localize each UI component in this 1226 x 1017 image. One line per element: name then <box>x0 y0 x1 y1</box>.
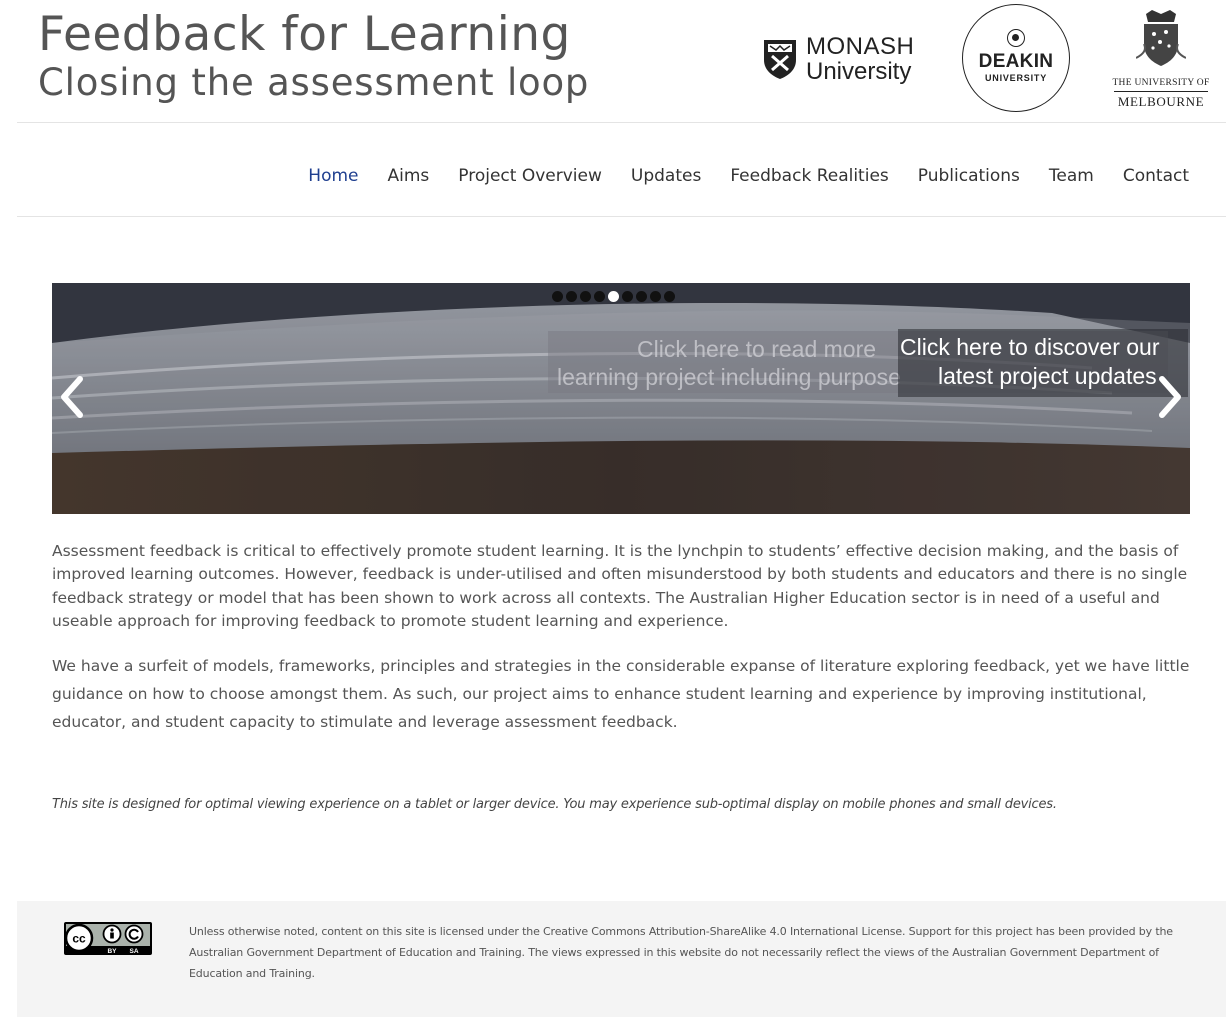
aims-paragraph: We have a surfeit of models, frameworks,… <box>52 657 1190 731</box>
slider-dot[interactable] <box>650 291 661 302</box>
slider-dot[interactable] <box>622 291 633 302</box>
slider-dot[interactable] <box>664 291 675 302</box>
nav-item-feedback-realities[interactable]: Feedback Realities <box>730 166 888 186</box>
nav-divider <box>17 216 1226 217</box>
site-title[interactable]: Feedback for Learning Closing the assess… <box>38 8 589 104</box>
nav-item-publications[interactable]: Publications <box>918 166 1020 186</box>
previous-slide-caption-line1: Click here to read more <box>637 336 877 362</box>
slider-image <box>52 283 1190 514</box>
site-header: Feedback for Learning Closing the assess… <box>0 0 1226 122</box>
svg-text:cc: cc <box>72 932 86 946</box>
header-divider <box>17 122 1226 123</box>
hero-slider[interactable]: Click here to read more learning project… <box>52 283 1190 514</box>
deakin-logo[interactable]: DEAKIN UNIVERSITY <box>962 4 1070 112</box>
slider-dot-active[interactable] <box>608 291 619 302</box>
slide-caption-line2: latest project updates <box>938 363 1157 389</box>
melbourne-crest-icon <box>1136 10 1186 66</box>
slider-dot[interactable] <box>636 291 647 302</box>
melbourne-logo-line1: THE UNIVERSITY OF <box>1112 78 1210 88</box>
nav-item-project-overview[interactable]: Project Overview <box>458 166 602 186</box>
site-title-line2: Closing the assessment loop <box>38 61 590 104</box>
slider-dot[interactable] <box>552 291 563 302</box>
monash-logo-line1: MONASH <box>806 33 915 60</box>
nav-item-contact[interactable]: Contact <box>1123 166 1189 186</box>
slider-dot[interactable] <box>566 291 577 302</box>
slide-caption-link[interactable]: Click here to discover our latest projec… <box>900 333 1190 391</box>
monash-logo-line2: University <box>806 58 912 85</box>
previous-slide-caption-line2: learning project including purpose <box>557 364 901 390</box>
previous-slide-caption[interactable]: Click here to read more learning project… <box>557 335 917 391</box>
chevron-right-icon[interactable] <box>1154 375 1188 419</box>
monash-shield-icon <box>764 40 796 79</box>
deakin-logo-sub: UNIVERSITY <box>984 73 1047 83</box>
slider-dot[interactable] <box>594 291 605 302</box>
nav-item-team[interactable]: Team <box>1049 166 1094 186</box>
melbourne-logo-divider <box>1114 91 1208 92</box>
melbourne-logo-line2: MELBOURNE <box>1117 94 1205 109</box>
cc-sa-label: SA <box>129 948 138 955</box>
footer-license-text: Unless otherwise noted, content on this … <box>189 925 1173 980</box>
slider-dot[interactable] <box>580 291 591 302</box>
intro-paragraph: Assessment feedback is critical to effec… <box>52 542 1188 630</box>
deakin-logo-name: DEAKIN <box>978 51 1054 72</box>
main-nav: Home Aims Project Overview Updates Feedb… <box>308 166 1189 186</box>
nav-item-home[interactable]: Home <box>308 166 358 186</box>
monash-logo[interactable]: MONASH University <box>762 34 932 86</box>
nav-item-updates[interactable]: Updates <box>631 166 701 186</box>
chevron-left-icon[interactable] <box>54 375 88 419</box>
cc-by-label: BY <box>107 948 117 955</box>
slide-caption-line1: Click here to discover our <box>900 334 1160 360</box>
melbourne-logo[interactable]: THE UNIVERSITY OF MELBOURNE <box>1110 8 1212 112</box>
device-notice: This site is designed for optimal viewin… <box>52 797 1057 812</box>
site-title-line1: Feedback for Learning <box>38 7 571 62</box>
cc-by-sa-icon[interactable]: cc BY SA <box>64 922 152 955</box>
slider-pagination <box>552 291 675 302</box>
nav-item-aims[interactable]: Aims <box>388 166 430 186</box>
deakin-emblem-icon <box>1007 29 1025 47</box>
